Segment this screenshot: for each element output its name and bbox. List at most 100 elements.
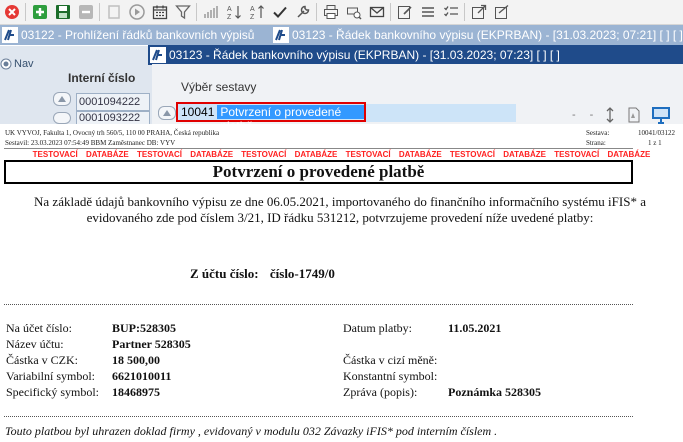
- nav-label: Nav: [14, 58, 34, 70]
- test-db-label: TESTOVACÍ DATABÁZE: [136, 150, 234, 159]
- dash-icon: -: [572, 109, 576, 121]
- sestava-label: Sestava:: [586, 129, 610, 137]
- field-label: Částka v CZK:: [6, 353, 78, 367]
- intro-line: Na základě údajů bankovního výpisu ze dn…: [34, 194, 646, 209]
- field-label: Na účet číslo:: [6, 321, 72, 335]
- toolbar-separator: [196, 3, 197, 21]
- scroll-up-button[interactable]: [53, 92, 71, 106]
- ifis-logo-icon: [2, 27, 18, 43]
- field-label: Specifický symbol:: [6, 385, 99, 399]
- vyber-sestavy-label: Výběr sestavy: [181, 80, 257, 94]
- test-db-label: TESTOVACÍ DATABÁZE: [554, 150, 651, 159]
- external-link-icon[interactable]: [468, 2, 490, 22]
- field-value: Poznámka 528305: [448, 385, 541, 399]
- dotted-divider: [4, 416, 633, 417]
- middle-window-title: 03123 - Řádek bankovního výpisu (EKPRBAN…: [292, 28, 683, 42]
- interni-cislo-label: Interní číslo: [68, 71, 136, 85]
- toolbar-separator: [464, 3, 465, 21]
- ifis-logo-icon: [150, 47, 166, 63]
- resize-vertical-icon[interactable]: [605, 107, 615, 123]
- field-value: 18468975: [112, 385, 160, 399]
- strana-value: 1 z 1: [648, 139, 662, 147]
- dash-icon: -: [589, 109, 594, 121]
- filter-icon[interactable]: [172, 2, 194, 22]
- field-value: BUP:528305: [112, 321, 176, 335]
- field-label: Konstantní symbol:: [343, 369, 438, 383]
- from-account-label: Z účtu číslo:: [190, 266, 259, 281]
- test-db-label: TESTOVACÍ DATABÁZE: [449, 150, 546, 159]
- intro-text: Na základě údajů bankovního výpisu ze dn…: [0, 194, 680, 226]
- back-window-title: 03122 - Prohlížení řádků bankovních výpi…: [21, 28, 255, 42]
- mail-icon[interactable]: [366, 2, 388, 22]
- svg-text:Z: Z: [227, 14, 232, 20]
- org-line: UK VYVOJ, Fakulta 1, Ovocný trh 560/5, 1…: [5, 129, 220, 137]
- delete-icon[interactable]: [75, 2, 97, 22]
- test-db-label: TESTOVACÍ DATABÁZE: [241, 150, 338, 159]
- sort-desc-icon[interactable]: AZ: [246, 2, 268, 22]
- field-label: Částka v cizí měně:: [343, 353, 438, 367]
- svg-text:A: A: [250, 6, 255, 13]
- test-db-label: TESTOVACÍ DATABÁZE: [345, 150, 442, 159]
- add-icon[interactable]: [29, 2, 51, 22]
- scroll-up-button[interactable]: [158, 106, 176, 120]
- field-value: Partner 528305: [112, 337, 191, 351]
- report-preview: UK VYVOJ, Fakulta 1, Ovocný trh 560/5, 1…: [0, 124, 683, 442]
- field-label: Variabilní symbol:: [6, 369, 95, 383]
- strana-label: Strana:: [586, 139, 606, 147]
- nav-button[interactable]: Nav: [0, 54, 36, 74]
- field-value: 6621010011: [112, 369, 172, 383]
- header-divider: [4, 148, 633, 149]
- chevron-up-icon: [58, 96, 66, 102]
- toolbar-separator: [25, 3, 26, 21]
- field-label: Zpráva (popis):: [343, 385, 418, 399]
- field-value: 11.05.2021: [448, 321, 502, 335]
- list-icon[interactable]: [417, 2, 439, 22]
- report-code: 10041: [181, 105, 215, 119]
- front-window-title: 03123 - Řádek bankovního výpisu (EKPRBAN…: [169, 48, 560, 62]
- checklist-icon[interactable]: [440, 2, 462, 22]
- interni-cislo-value[interactable]: 0001094222: [76, 93, 150, 111]
- sort-asc-icon[interactable]: AZ: [223, 2, 245, 22]
- svg-text:Z: Z: [250, 14, 255, 20]
- report-title: Potvrzení o provedené platbě: [4, 160, 633, 184]
- front-window-titlebar[interactable]: 03123 - Řádek bankovního výpisu (EKPRBAN…: [148, 45, 683, 65]
- radio-icon: [0, 58, 12, 70]
- chevron-up-icon: [163, 110, 171, 116]
- pdf-icon[interactable]: [627, 107, 641, 123]
- save-icon[interactable]: [52, 2, 74, 22]
- from-account: Z účtu číslo: číslo-1749/0: [190, 266, 335, 282]
- intro-line: evidovaného zde pod číslem 3/21, ID řádk…: [86, 210, 594, 225]
- close-icon[interactable]: [1, 2, 23, 22]
- sestava-value: 10041/03122: [638, 129, 675, 137]
- bar-chart-icon[interactable]: [200, 2, 222, 22]
- selected-report-item[interactable]: 10041 Potvrzení o provedené platbě: [176, 102, 366, 133]
- from-account-value: číslo-1749/0: [269, 266, 335, 281]
- footer-note: Touto platbou byl uhrazen doklad firmy ,…: [5, 424, 498, 438]
- svg-text:A: A: [227, 6, 232, 13]
- dialog-icon-bar: - -: [572, 106, 671, 124]
- toolbar-separator: [99, 3, 100, 21]
- edit-icon[interactable]: [394, 2, 416, 22]
- play-icon[interactable]: [126, 2, 148, 22]
- calendar-icon[interactable]: [149, 2, 171, 22]
- dotted-divider: [4, 304, 633, 305]
- monitor-icon[interactable]: [651, 106, 671, 124]
- check-icon[interactable]: [269, 2, 291, 22]
- test-db-banner: TESTOVACÍ DATABÁZE TESTOVACÍ DATABÁZE TE…: [0, 150, 683, 159]
- back-window-titlebar[interactable]: 03122 - Prohlížení řádků bankovních výpi…: [0, 25, 683, 45]
- created-line: Sestavil: 23.03.2023 07:54:49 BBM Zaměst…: [5, 139, 176, 147]
- test-db-label: TESTOVACÍ DATABÁZE: [32, 150, 129, 159]
- wrench-icon[interactable]: [292, 2, 314, 22]
- copy-icon[interactable]: [103, 2, 125, 22]
- print-preview-icon[interactable]: [343, 2, 365, 22]
- toolbar-separator: [390, 3, 391, 21]
- interni-cislo-value[interactable]: 0001093222: [76, 111, 150, 125]
- scroll-up-button[interactable]: [53, 112, 71, 124]
- report-name: Potvrzení o provedené platbě: [217, 105, 364, 133]
- export-icon[interactable]: [491, 2, 513, 22]
- print-icon[interactable]: [320, 2, 342, 22]
- toolbar-separator: [316, 3, 317, 21]
- main-toolbar: AZ AZ: [0, 0, 683, 25]
- ifis-logo-icon: [273, 27, 289, 43]
- field-label: Datum platby:: [343, 321, 412, 335]
